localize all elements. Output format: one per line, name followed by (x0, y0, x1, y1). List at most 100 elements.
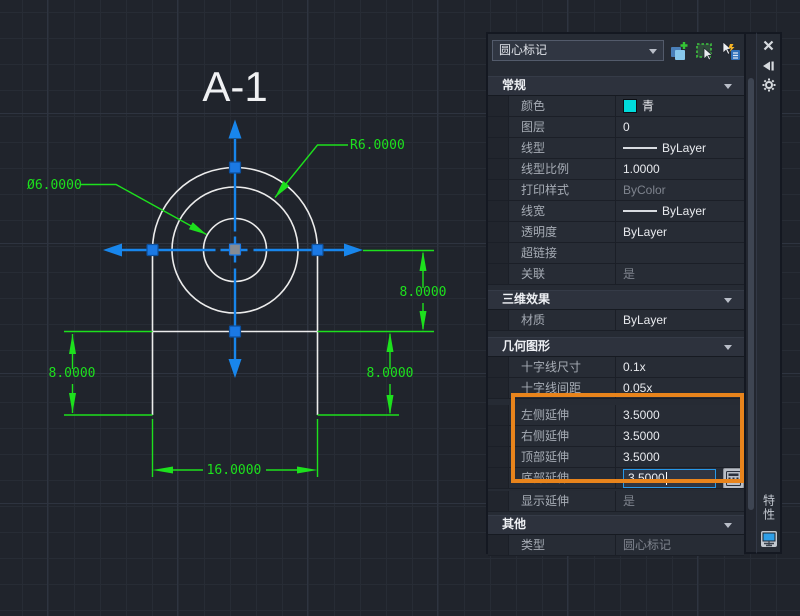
section-header-geometry[interactable]: 几何图形 (488, 337, 744, 357)
palette-display-button[interactable] (760, 530, 778, 548)
property-row-left-extension: 左侧延伸 3.5000 (488, 405, 744, 426)
select-objects-icon (696, 43, 714, 61)
section-label: 几何图形 (502, 339, 551, 353)
property-value-layer[interactable]: 0 (616, 117, 744, 137)
property-label: 左侧延伸 (509, 405, 616, 425)
select-objects-button[interactable] (694, 40, 716, 62)
close-icon (763, 40, 774, 50)
property-label: 图层 (509, 117, 616, 137)
dim-bottom-text[interactable]: 16.0000 (207, 463, 262, 478)
palette-title-bar: 特性 (756, 32, 782, 554)
grip-top[interactable] (228, 161, 242, 174)
dim-right-lower-text[interactable]: 8.0000 (367, 366, 414, 381)
bottom-extension-input[interactable]: 3.5000 (623, 468, 716, 488)
property-label: 关联 (509, 264, 616, 284)
property-label: 材质 (509, 310, 616, 330)
grip-bottom[interactable] (228, 325, 242, 338)
section-label: 常规 (502, 78, 527, 92)
property-label: 类型 (509, 535, 616, 555)
calculator-button[interactable] (723, 468, 744, 488)
quick-select-icon (722, 41, 741, 60)
autocad-viewport: { "drawing": { "title": "A-1", "labels":… (0, 0, 800, 616)
property-value-associative: 是 (623, 267, 636, 281)
stretch-arrow-right[interactable] (344, 243, 363, 257)
property-value-left-extension[interactable]: 3.5000 (616, 405, 744, 425)
section-header-general[interactable]: 常规 (488, 76, 744, 96)
property-row-plotstyle: 打印样式 ByColor (488, 180, 744, 201)
property-label: 线型 (509, 138, 616, 158)
grip-right[interactable] (311, 243, 324, 257)
property-row-cross-size: 十字线尺寸 0.1x (488, 357, 744, 378)
section-header-other[interactable]: 其他 (488, 515, 744, 535)
object-type-dropdown[interactable]: 圆心标记 (492, 40, 665, 61)
property-row-cross-gap: 十字线间距 0.05x (488, 378, 744, 399)
stretch-arrow-left[interactable] (103, 243, 122, 257)
property-value-ltscale[interactable]: 1.0000 (616, 159, 744, 179)
auto-hide-button[interactable] (761, 59, 777, 73)
collapse-icon (724, 298, 732, 303)
dim-right-upper-text[interactable]: 8.0000 (400, 285, 447, 300)
property-row-layer: 图层 0 (488, 117, 744, 138)
radius-leader-text[interactable]: R6.0000 (350, 138, 405, 153)
dim-left-text[interactable]: 8.0000 (49, 366, 96, 381)
property-value-cross-gap[interactable]: 0.05x (616, 378, 744, 398)
stretch-arrow-bottom[interactable] (228, 359, 242, 378)
property-value-top-extension[interactable]: 3.5000 (616, 447, 744, 467)
grip-center[interactable] (228, 243, 242, 256)
linetype-glyph (623, 147, 657, 149)
palette-scrollbar[interactable] (746, 32, 756, 554)
property-row-show-extension: 显示延伸 是 (488, 491, 744, 512)
collapse-icon (724, 84, 732, 89)
property-value-color[interactable]: 青 (616, 96, 744, 116)
property-row-material: 材质 ByLayer (488, 310, 744, 331)
property-label: 超链接 (509, 243, 616, 263)
property-row-associative: 关联 是 (488, 264, 744, 285)
close-button[interactable] (761, 38, 777, 52)
property-value-transparency[interactable]: ByLayer (616, 222, 744, 242)
pickadd-toggle-icon (671, 42, 688, 60)
property-label: 打印样式 (509, 180, 616, 200)
property-row-linetype: 线型 ByLayer (488, 138, 744, 159)
property-label: 显示延伸 (509, 491, 616, 511)
property-label: 线宽 (509, 201, 616, 221)
property-label: 右侧延伸 (509, 426, 616, 446)
section-label: 其他 (502, 517, 527, 531)
palette-settings-button[interactable] (761, 78, 777, 92)
object-type-dropdown-value: 圆心标记 (499, 43, 548, 57)
lineweight-glyph (623, 210, 657, 212)
pickadd-toggle-button[interactable] (668, 40, 690, 62)
property-value-cross-size[interactable]: 0.1x (616, 357, 744, 377)
properties-toolbar: 圆心标记 (492, 40, 742, 67)
property-value-material[interactable]: ByLayer (616, 310, 744, 330)
properties-palette: 圆心标记 常规 颜色 青 图层 0 线型 ByLayer 线型比例 1.0000… (486, 32, 782, 556)
property-value-show-extension[interactable]: 是 (616, 491, 744, 511)
property-row-transparency: 透明度 ByLayer (488, 222, 744, 243)
diameter-leader-text[interactable]: Ø6.0000 (27, 178, 82, 193)
property-value-plotstyle: ByColor (623, 183, 666, 197)
property-value-linetype[interactable]: ByLayer (616, 138, 744, 158)
property-label: 底部延伸 (509, 468, 616, 488)
property-label: 线型比例 (509, 159, 616, 179)
property-value-hyperlink[interactable] (616, 243, 744, 263)
dimension-arrowheads (69, 181, 427, 474)
stretch-arrow-top[interactable] (228, 119, 242, 139)
scrollbar-thumb[interactable] (748, 78, 754, 510)
property-row-ltscale: 线型比例 1.0000 (488, 159, 744, 180)
properties-palette-content: 圆心标记 常规 颜色 青 图层 0 线型 ByLayer 线型比例 1.0000… (486, 32, 746, 556)
auto-hide-icon (763, 61, 774, 71)
gear-icon (762, 78, 775, 92)
property-value-lineweight[interactable]: ByLayer (616, 201, 744, 221)
property-row-right-extension: 右侧延伸 3.5000 (488, 426, 744, 447)
property-row-top-extension: 顶部延伸 3.5000 (488, 447, 744, 468)
property-label: 颜色 (509, 96, 616, 116)
property-row-bottom-extension: 底部延伸 3.5000 (488, 468, 744, 489)
drawing-title-text[interactable]: A-1 (202, 63, 267, 110)
section-header-3d-effects[interactable]: 三维效果 (488, 290, 744, 310)
palette-title-label: 特性 (761, 494, 776, 522)
property-value-right-extension[interactable]: 3.5000 (616, 426, 744, 446)
grip-left[interactable] (146, 243, 159, 257)
quick-select-button[interactable] (720, 40, 742, 62)
property-row-color: 颜色 青 (488, 96, 744, 117)
property-row-lineweight: 线宽 ByLayer (488, 201, 744, 222)
property-label: 顶部延伸 (509, 447, 616, 467)
